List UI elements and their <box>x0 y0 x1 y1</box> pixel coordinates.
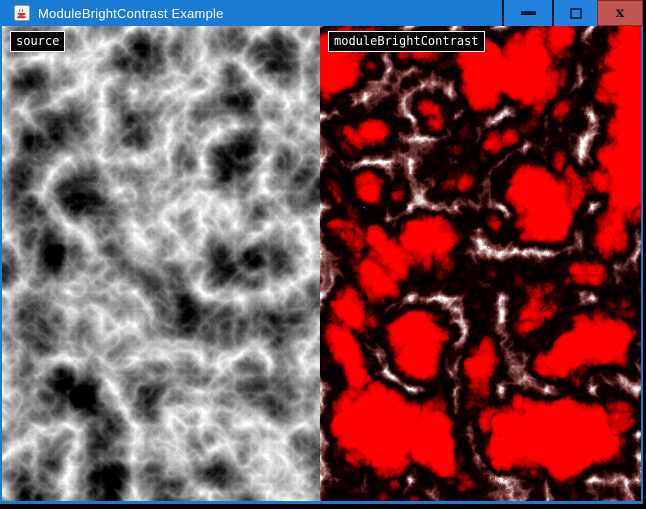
window-controls: x <box>502 0 643 26</box>
processed-image-panel: moduleBrightContrast <box>320 26 641 501</box>
minimize-button[interactable] <box>502 0 552 26</box>
source-image-label: source <box>10 31 65 52</box>
image-viewer: source <box>2 26 641 501</box>
close-icon: x <box>616 6 624 20</box>
source-noise-image <box>2 26 320 501</box>
app-window: ModuleBrightContrast Example x <box>0 0 643 504</box>
minimize-icon <box>521 11 536 15</box>
close-button[interactable]: x <box>597 0 643 26</box>
processed-image-label: moduleBrightContrast <box>328 31 485 52</box>
titlebar[interactable]: ModuleBrightContrast Example x <box>0 0 643 26</box>
source-image-panel: source <box>2 26 320 501</box>
maximize-button[interactable] <box>552 0 597 26</box>
window-title: ModuleBrightContrast Example <box>38 6 224 21</box>
maximize-icon <box>570 8 582 19</box>
java-coffee-cup-icon <box>14 5 30 21</box>
processed-noise-image <box>320 26 641 501</box>
